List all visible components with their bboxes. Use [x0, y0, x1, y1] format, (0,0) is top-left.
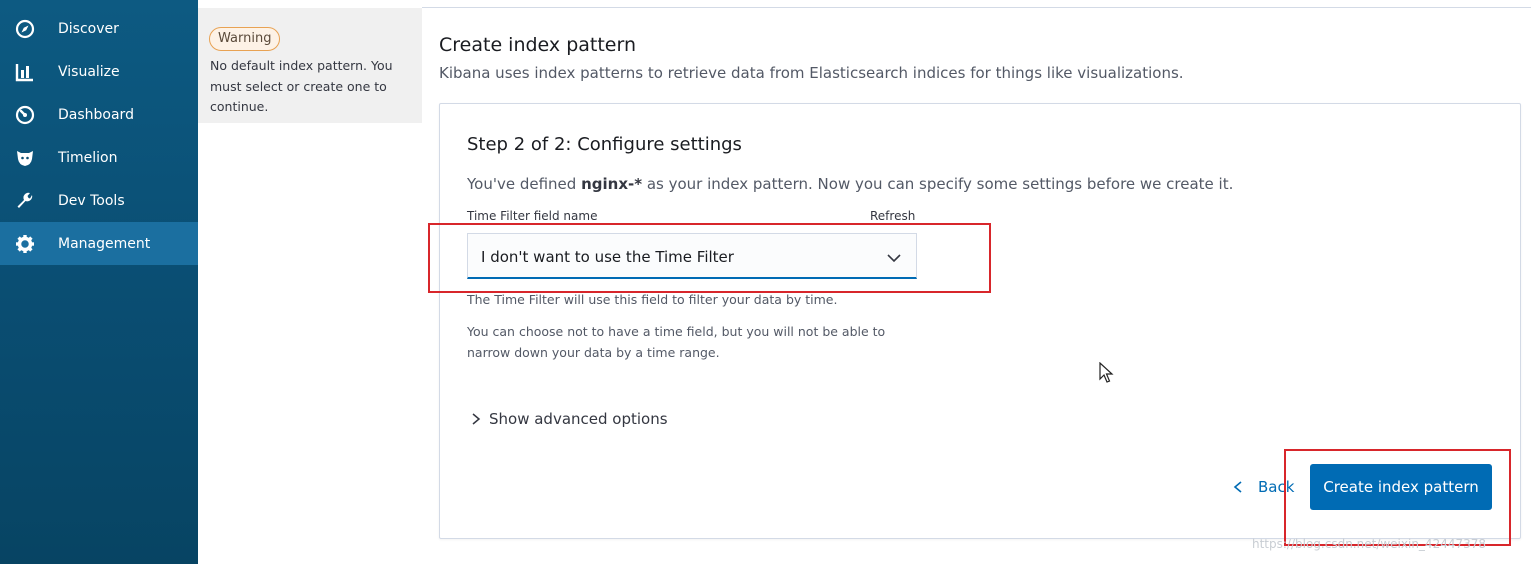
gear-icon [14, 233, 36, 255]
sidebar-item-discover[interactable]: Discover [0, 7, 198, 50]
time-filter-label: Time Filter field name [467, 209, 598, 223]
chevron-left-icon [1232, 480, 1244, 494]
show-advanced-options-label: Show advanced options [489, 410, 668, 428]
sidebar-nav: Discover Visualize Dashboard Timelion De… [0, 0, 198, 564]
time-filter-select[interactable]: I don't want to use the Time Filter [467, 233, 917, 279]
refresh-link[interactable]: Refresh [870, 209, 915, 223]
chevron-right-icon [470, 412, 482, 426]
sidebar-item-timelion[interactable]: Timelion [0, 136, 198, 179]
bar-chart-icon [14, 61, 36, 83]
mouse-cursor-icon [1099, 361, 1115, 384]
create-index-pattern-button[interactable]: Create index pattern [1310, 464, 1492, 510]
sidebar-item-label: Dashboard [58, 106, 134, 123]
back-button-label: Back [1258, 478, 1295, 496]
dashboard-icon [14, 104, 36, 126]
sidebar-item-label: Dev Tools [58, 192, 125, 209]
sidebar-item-label: Timelion [58, 149, 118, 166]
time-filter-help-extra: You can choose not to have a time field,… [467, 324, 886, 360]
sidebar-item-dashboard[interactable]: Dashboard [0, 93, 198, 136]
back-button[interactable]: Back [1232, 478, 1294, 496]
sidebar-item-label: Visualize [58, 63, 120, 80]
page-title: Create index pattern [439, 34, 637, 56]
top-divider [422, 7, 1531, 8]
show-advanced-options-toggle[interactable]: Show advanced options [470, 410, 668, 428]
chevron-down-icon [886, 249, 902, 263]
sidebar-item-visualize[interactable]: Visualize [0, 50, 198, 93]
index-pattern-name: nginx-* [581, 175, 643, 193]
create-button-label: Create index pattern [1323, 478, 1479, 496]
sidebar-item-dev-tools[interactable]: Dev Tools [0, 179, 198, 222]
step-desc-suffix: as your index pattern. Now you can speci… [642, 175, 1234, 193]
time-filter-help: The Time Filter will use this field to f… [467, 292, 838, 307]
warning-badge: Warning [209, 27, 281, 51]
sidebar-item-label: Management [58, 235, 151, 252]
step-title: Step 2 of 2: Configure settings [467, 134, 742, 155]
watermark-text: https://blog.csdn.net/weixin_42447378 [1252, 537, 1487, 551]
time-filter-selected-value: I don't want to use the Time Filter [481, 248, 734, 266]
warning-panel: Warning No default index pattern. You mu… [198, 8, 422, 123]
warning-message: No default index pattern. You must selec… [210, 58, 393, 114]
step-desc-prefix: You've defined [467, 175, 582, 193]
sidebar-item-label: Discover [58, 20, 119, 37]
page-subtitle: Kibana uses index patterns to retrieve d… [439, 64, 1184, 82]
sidebar-item-management[interactable]: Management [0, 222, 198, 265]
compass-icon [14, 18, 36, 40]
step-description: You've defined nginx-* as your index pat… [467, 175, 1233, 193]
wrench-icon [14, 190, 36, 212]
timelion-icon [14, 147, 36, 169]
